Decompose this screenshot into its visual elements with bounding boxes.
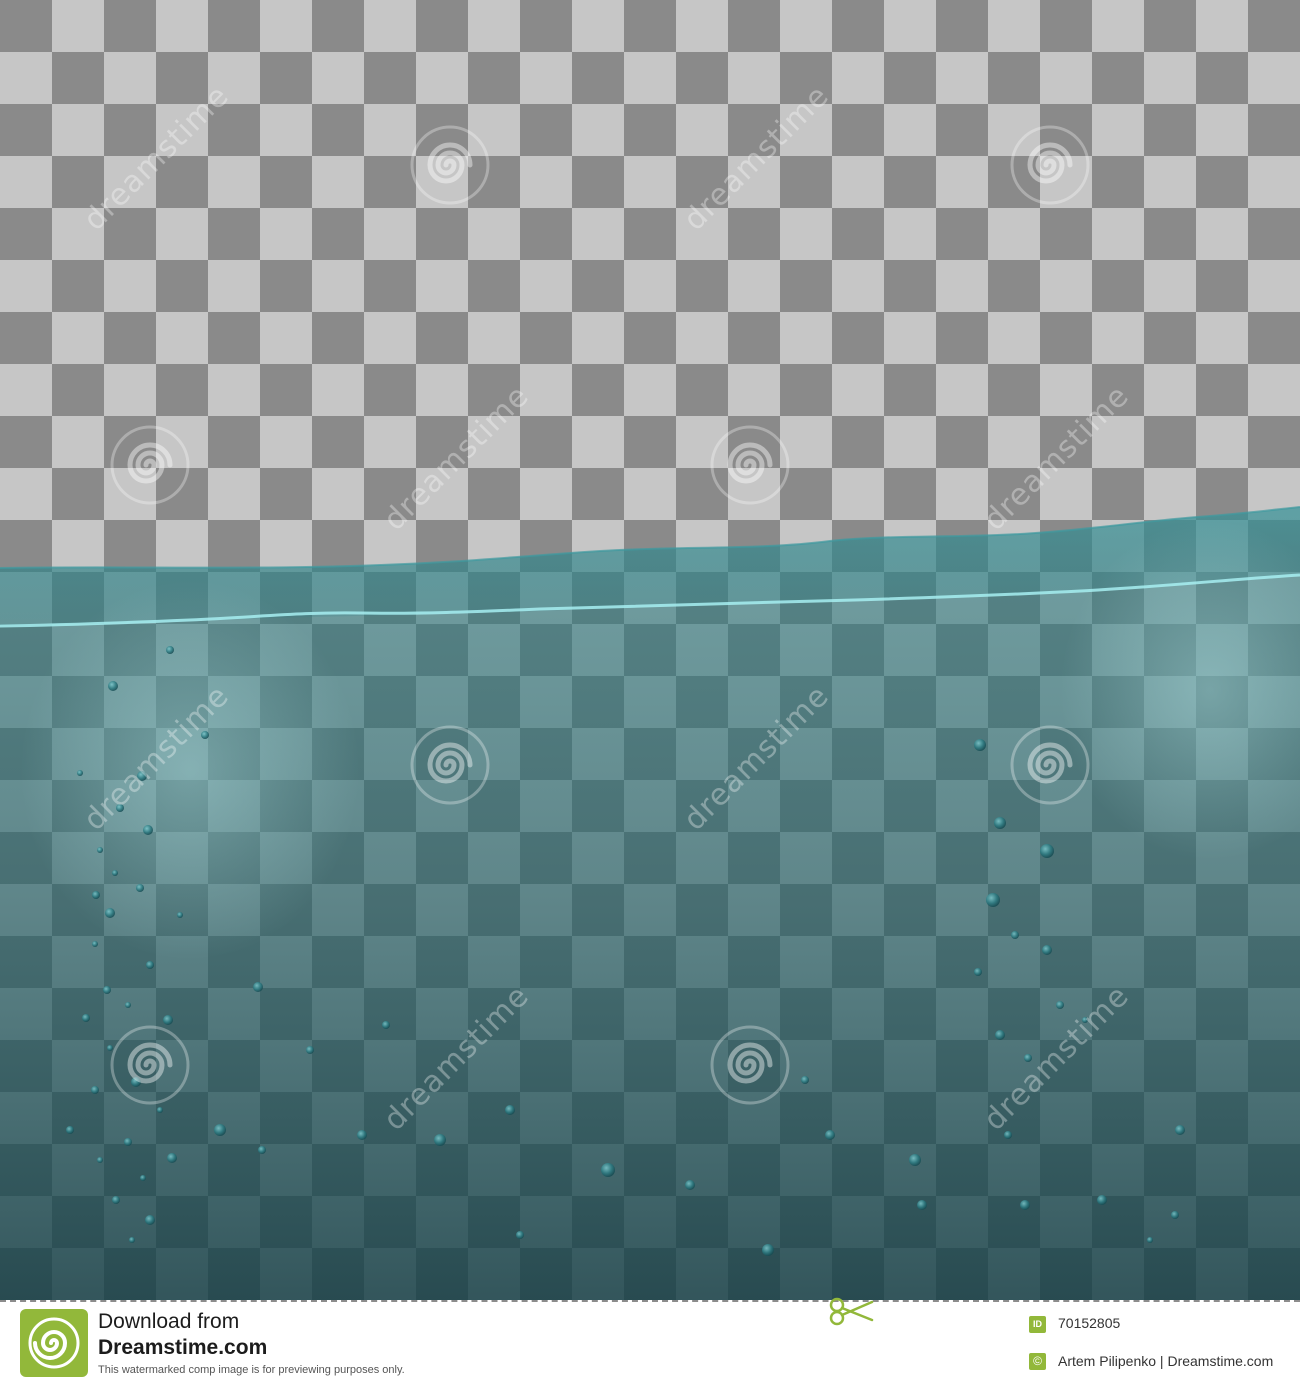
- air-bubble: [82, 1014, 90, 1022]
- air-bubble: [601, 1163, 615, 1177]
- air-bubble: [1020, 1200, 1030, 1210]
- air-bubble: [974, 739, 986, 751]
- air-bubble: [1040, 844, 1054, 858]
- air-bubble: [145, 1215, 155, 1225]
- air-bubble: [125, 1002, 131, 1008]
- air-bubble: [97, 1157, 103, 1163]
- air-bubble: [77, 770, 83, 776]
- copyright-badge-icon: ©: [1029, 1353, 1046, 1370]
- cut-line: [0, 1300, 1300, 1302]
- air-bubble: [66, 1126, 74, 1134]
- air-bubble: [974, 968, 982, 976]
- air-bubble: [258, 1146, 266, 1154]
- download-from-text: Download from: [98, 1310, 240, 1333]
- air-bubble: [167, 1153, 177, 1163]
- air-bubble: [105, 908, 115, 918]
- air-bubble: [917, 1200, 927, 1210]
- air-bubble: [253, 982, 263, 992]
- dreamstime-link[interactable]: Dreamstime.com: [98, 1336, 267, 1360]
- preview-note: This watermarked comp image is for previ…: [98, 1364, 405, 1376]
- air-bubble: [1147, 1237, 1153, 1243]
- air-bubble: [382, 1021, 390, 1029]
- air-bubble: [140, 1175, 146, 1181]
- air-bubble: [995, 1030, 1005, 1040]
- air-bubble: [1097, 1195, 1107, 1205]
- air-bubble: [92, 891, 100, 899]
- air-bubble: [108, 681, 118, 691]
- air-bubble: [1011, 931, 1019, 939]
- dreamstime-logo-icon: [20, 1309, 88, 1377]
- air-bubble: [91, 1086, 99, 1094]
- air-bubble: [124, 1138, 132, 1146]
- air-bubble: [825, 1130, 835, 1140]
- air-bubble: [516, 1231, 524, 1239]
- air-bubble: [107, 1045, 113, 1051]
- scissors-icon: [829, 1297, 874, 1326]
- air-bubble: [1171, 1211, 1179, 1219]
- light-glow-left: [20, 580, 360, 960]
- air-bubble: [801, 1076, 809, 1084]
- id-badge-icon: ID: [1029, 1316, 1046, 1333]
- image-id: 70152805: [1058, 1315, 1121, 1331]
- air-bubble: [434, 1134, 446, 1146]
- air-bubble: [112, 1196, 120, 1204]
- air-bubble: [986, 893, 1000, 907]
- air-bubble: [994, 817, 1006, 829]
- air-bubble: [112, 870, 118, 876]
- air-bubble: [157, 1107, 163, 1113]
- air-bubble: [909, 1154, 921, 1166]
- air-bubble: [214, 1124, 226, 1136]
- air-bubble: [1175, 1125, 1185, 1135]
- air-bubble: [306, 1046, 314, 1054]
- water-illustration: dreamstime dreamstime dreamstime dreamst…: [0, 0, 1300, 1300]
- air-bubble: [129, 1237, 135, 1243]
- air-bubble: [685, 1180, 695, 1190]
- air-bubble: [92, 941, 98, 947]
- air-bubble: [1042, 945, 1052, 955]
- air-bubble: [163, 1015, 173, 1025]
- air-bubble: [136, 884, 144, 892]
- air-bubble: [143, 825, 153, 835]
- air-bubble: [1056, 1001, 1064, 1009]
- air-bubble: [97, 847, 103, 853]
- air-bubble: [146, 961, 154, 969]
- air-bubble: [103, 986, 111, 994]
- image-credit: Artem Pilipenko | Dreamstime.com: [1058, 1353, 1274, 1369]
- air-bubble: [505, 1105, 515, 1115]
- stock-image: dreamstime dreamstime dreamstime dreamst…: [0, 0, 1300, 1300]
- air-bubble: [762, 1244, 774, 1256]
- air-bubble: [177, 912, 183, 918]
- air-bubble: [166, 646, 174, 654]
- air-bubble: [357, 1130, 367, 1140]
